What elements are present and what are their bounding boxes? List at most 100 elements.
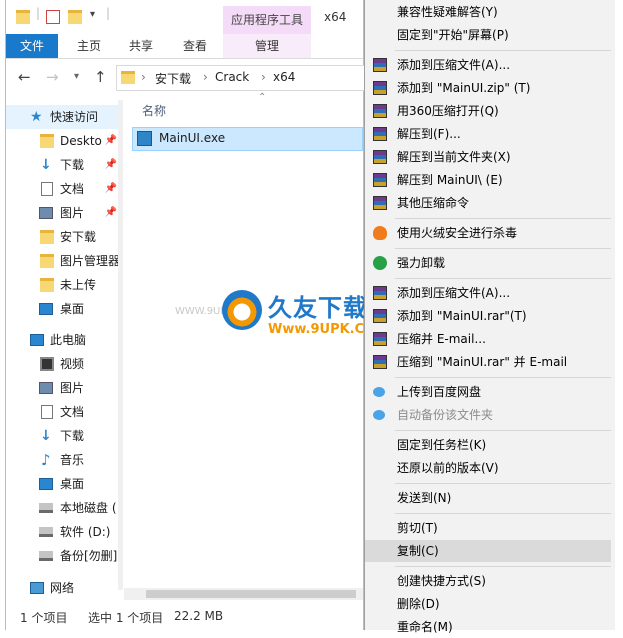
nav-item-pc-downloads[interactable]: ↓ 下载 — [6, 424, 123, 448]
menu-item[interactable]: 删除(D) — [365, 593, 611, 615]
nav-item-pc-desktop[interactable]: 桌面 — [6, 472, 123, 496]
properties-icon[interactable] — [46, 10, 60, 24]
tab-view[interactable]: 查看 — [174, 34, 216, 58]
menu-item[interactable]: 固定到"开始"屏幕(P) — [365, 24, 611, 46]
nav-item-desktop-folder[interactable]: Deskto 📌 — [6, 129, 123, 153]
menu-item[interactable]: 解压到 MainUI\ (E) — [365, 169, 611, 191]
nav-item-documents[interactable]: 文档 📌 — [6, 177, 123, 201]
nav-item-desktop[interactable]: 桌面 — [6, 297, 123, 321]
nav-item-backup-drive[interactable]: 备份[勿删] — [6, 544, 123, 568]
menu-item[interactable]: 兼容性疑难解答(Y) — [365, 1, 611, 23]
nav-item-local-disk[interactable]: 本地磁盘 ( — [6, 496, 123, 520]
folder-icon[interactable] — [16, 10, 30, 24]
baidu-cloud-icon — [373, 410, 385, 420]
menu-item-label: 解压到(F)... — [397, 127, 461, 141]
menu-item[interactable]: 创建快捷方式(S) — [365, 570, 611, 592]
menu-item[interactable]: 上传到百度网盘 — [365, 381, 611, 403]
star-icon: ★ — [30, 109, 43, 125]
video-icon — [40, 357, 54, 371]
file-row[interactable]: MainUI.exe — [132, 127, 363, 151]
menu-item[interactable]: 压缩并 E-mail... — [365, 328, 611, 350]
nav-label: 桌面 — [60, 477, 85, 491]
menu-item[interactable]: 固定到任务栏(K) — [365, 434, 611, 456]
new-folder-icon[interactable] — [68, 10, 82, 24]
menu-item[interactable]: 自动备份该文件夹 — [365, 404, 611, 426]
menu-item[interactable]: 其他压缩命令 — [365, 192, 611, 214]
menu-item[interactable]: 剪切(T) — [365, 517, 611, 539]
nav-item-downloads[interactable]: ↓ 下载 📌 — [6, 153, 123, 177]
tab-home[interactable]: 主页 — [68, 34, 110, 58]
menu-item-label: 剪切(T) — [397, 521, 438, 535]
nav-item-anxiazai[interactable]: 安下载 — [6, 225, 123, 249]
menu-item[interactable]: 添加到 "MainUI.zip" (T) — [365, 77, 611, 99]
tab-share[interactable]: 共享 — [120, 34, 162, 58]
menu-item-label: 自动备份该文件夹 — [397, 408, 494, 422]
nav-label: 下载 — [60, 158, 85, 172]
menu-item[interactable]: 复制(C) — [365, 540, 611, 562]
nav-item-videos[interactable]: 视频 — [6, 352, 123, 376]
nav-item-not-uploaded[interactable]: 未上传 — [6, 273, 123, 297]
nav-item-picture-manager[interactable]: 图片管理器 — [6, 249, 123, 273]
crumb-crack[interactable]: Crack — [215, 70, 249, 84]
file-name: MainUI.exe — [159, 131, 226, 145]
status-selected: 选中 1 个项目 — [88, 611, 164, 625]
recent-locations-icon[interactable]: ▾ — [74, 71, 79, 82]
address-input[interactable]: › 安下载 › Crack › x64 — [116, 65, 365, 91]
menu-item[interactable]: 重命名(M) — [365, 616, 611, 638]
document-icon — [41, 182, 53, 196]
menu-item[interactable]: 强力卸载 — [365, 252, 611, 274]
menu-item[interactable]: 解压到(F)... — [365, 123, 611, 145]
menu-item-label: 固定到"开始"屏幕(P) — [397, 28, 509, 42]
desktop-icon — [39, 303, 53, 315]
forward-arrow-icon[interactable]: → — [46, 68, 59, 86]
folder-icon — [121, 71, 135, 84]
menu-item[interactable]: 解压到当前文件夹(X) — [365, 146, 611, 168]
menu-item[interactable]: 添加到压缩文件(A)... — [365, 282, 611, 304]
back-arrow-icon[interactable]: ← — [18, 68, 31, 86]
menu-item[interactable]: 添加到 "MainUI.rar"(T) — [365, 305, 611, 327]
scrollbar-thumb[interactable] — [146, 590, 356, 598]
menu-item[interactable]: 用360压缩打开(Q) — [365, 100, 611, 122]
customize-toolbar-icon[interactable]: ▾ — [90, 9, 95, 20]
menu-item[interactable]: 压缩到 "MainUI.rar" 并 E-mail — [365, 351, 611, 373]
tab-manage[interactable]: 管理 — [223, 34, 311, 58]
file-list: ⌃ 名称 MainUI.exe — [123, 92, 363, 600]
up-arrow-icon[interactable]: ↑ — [94, 68, 107, 86]
computer-icon — [30, 334, 44, 346]
pin-icon: 📌 — [104, 135, 117, 146]
status-bar: 1 个项目 选中 1 个项目 22.2 MB — [6, 600, 363, 630]
nav-item-music[interactable]: ♪ 音乐 — [6, 448, 123, 472]
pin-icon: 📌 — [104, 183, 117, 194]
winrar-icon — [373, 309, 387, 323]
nav-label: 此电脑 — [50, 333, 87, 347]
menu-item[interactable]: 使用火绒安全进行杀毒 — [365, 222, 611, 244]
menu-item[interactable]: 发送到(N) — [365, 487, 611, 509]
menu-item[interactable]: 还原以前的版本(V) — [365, 457, 611, 479]
crumb-anxiazai[interactable]: 安下载 — [155, 70, 191, 87]
divider: | — [106, 6, 111, 20]
nav-label: 网络 — [50, 581, 75, 595]
nav-item-pictures[interactable]: 图片 📌 — [6, 201, 123, 225]
context-menu: 兼容性疑难解答(Y) 固定到"开始"屏幕(P) 添加到压缩文件(A)... 添加到 "… — [364, 0, 615, 634]
nav-label: 下载 — [60, 429, 85, 443]
nav-network[interactable]: 网络 — [6, 576, 123, 600]
menu-item-label: 添加到 "MainUI.rar"(T) — [397, 309, 527, 323]
crumb-x64[interactable]: x64 — [273, 70, 295, 84]
nav-label: 快速访问 — [50, 110, 99, 124]
nav-quick-access[interactable]: ★ 快速访问 — [6, 105, 123, 129]
winrar-icon — [373, 173, 387, 187]
nav-item-pc-pictures[interactable]: 图片 — [6, 376, 123, 400]
menu-item-label: 重命名(M) — [397, 620, 453, 634]
column-header-name[interactable]: 名称 — [123, 98, 363, 124]
nav-item-drive-d[interactable]: 软件 (D:) — [6, 520, 123, 544]
nav-item-pc-documents[interactable]: 文档 — [6, 400, 123, 424]
music-icon: ♪ — [41, 451, 51, 469]
nav-label: 备份[勿删] — [60, 549, 118, 563]
nav-this-pc[interactable]: 此电脑 — [6, 328, 123, 352]
tab-file[interactable]: 文件 — [6, 34, 58, 58]
nav-label: 图片管理器 — [60, 254, 121, 268]
menu-item[interactable]: 添加到压缩文件(A)... — [365, 54, 611, 76]
watermark-logo-icon — [222, 290, 262, 330]
nav-label: 安下载 — [60, 230, 97, 244]
nav-label: 软件 (D:) — [60, 525, 111, 539]
